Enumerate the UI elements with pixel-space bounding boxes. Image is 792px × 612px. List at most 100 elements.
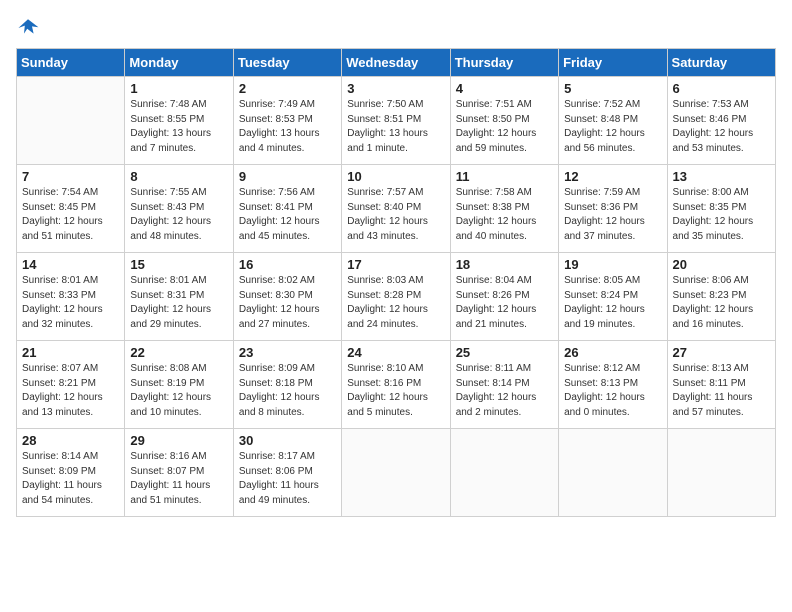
day-info: Sunrise: 7:49 AM Sunset: 8:53 PM Dayligh… (239, 98, 336, 156)
day-number: 17 (347, 257, 444, 272)
day-info: Sunrise: 8:14 AM Sunset: 8:09 PM Dayligh… (22, 450, 119, 508)
day-number: 13 (673, 169, 770, 184)
calendar-cell: 3 Sunrise: 7:50 AM Sunset: 8:51 PM Daylig… (342, 77, 450, 165)
day-number: 16 (239, 257, 336, 272)
calendar-cell: 14 Sunrise: 8:01 AM Sunset: 8:33 PM Dayli… (17, 253, 125, 341)
calendar-cell (342, 429, 450, 517)
calendar-cell: 22 Sunrise: 8:08 AM Sunset: 8:19 PM Dayli… (125, 341, 233, 429)
calendar-cell: 10 Sunrise: 7:57 AM Sunset: 8:40 PM Dayli… (342, 165, 450, 253)
day-number: 20 (673, 257, 770, 272)
day-number: 19 (564, 257, 661, 272)
calendar-cell: 28 Sunrise: 8:14 AM Sunset: 8:09 PM Dayli… (17, 429, 125, 517)
day-info: Sunrise: 8:08 AM Sunset: 8:19 PM Dayligh… (130, 362, 227, 420)
calendar-cell: 8 Sunrise: 7:55 AM Sunset: 8:43 PM Daylig… (125, 165, 233, 253)
weekday-header-sunday: Sunday (17, 49, 125, 77)
day-number: 27 (673, 345, 770, 360)
day-info: Sunrise: 8:03 AM Sunset: 8:28 PM Dayligh… (347, 274, 444, 332)
weekday-header-wednesday: Wednesday (342, 49, 450, 77)
calendar-week-2: 7Sunrise: 7:54 AM Sunset: 8:45 PM Daylig… (17, 165, 776, 253)
day-number: 23 (239, 345, 336, 360)
logo (16, 16, 44, 40)
calendar-cell: 5 Sunrise: 7:52 AM Sunset: 8:48 PM Daylig… (559, 77, 667, 165)
calendar-cell: 11 Sunrise: 7:58 AM Sunset: 8:38 PM Dayli… (450, 165, 558, 253)
calendar-cell: 12Sunrise: 7:59 AM Sunset: 8:36 PM Dayli… (559, 165, 667, 253)
day-info: Sunrise: 7:55 AM Sunset: 8:43 PM Dayligh… (130, 186, 227, 244)
day-info: Sunrise: 8:00 AM Sunset: 8:35 PM Dayligh… (673, 186, 770, 244)
day-number: 11 (456, 169, 553, 184)
weekday-header-tuesday: Tuesday (233, 49, 341, 77)
day-number: 14 (22, 257, 119, 272)
day-info: Sunrise: 7:52 AM Sunset: 8:48 PM Dayligh… (564, 98, 661, 156)
calendar-cell: 7Sunrise: 7:54 AM Sunset: 8:45 PM Daylig… (17, 165, 125, 253)
day-number: 18 (456, 257, 553, 272)
day-info: Sunrise: 7:58 AM Sunset: 8:38 PM Dayligh… (456, 186, 553, 244)
calendar-cell: 17 Sunrise: 8:03 AM Sunset: 8:28 PM Dayli… (342, 253, 450, 341)
calendar-cell: 30 Sunrise: 8:17 AM Sunset: 8:06 PM Dayli… (233, 429, 341, 517)
calendar-cell: 23 Sunrise: 8:09 AM Sunset: 8:18 PM Dayli… (233, 341, 341, 429)
weekday-header-monday: Monday (125, 49, 233, 77)
day-number: 1 (130, 81, 227, 96)
day-number: 15 (130, 257, 227, 272)
calendar-cell: 9 Sunrise: 7:56 AM Sunset: 8:41 PM Daylig… (233, 165, 341, 253)
calendar-cell: 18 Sunrise: 8:04 AM Sunset: 8:26 PM Dayli… (450, 253, 558, 341)
day-info: Sunrise: 8:02 AM Sunset: 8:30 PM Dayligh… (239, 274, 336, 332)
day-info: Sunrise: 8:01 AM Sunset: 8:31 PM Dayligh… (130, 274, 227, 332)
day-info: Sunrise: 8:10 AM Sunset: 8:16 PM Dayligh… (347, 362, 444, 420)
day-info: Sunrise: 8:04 AM Sunset: 8:26 PM Dayligh… (456, 274, 553, 332)
day-info: Sunrise: 8:17 AM Sunset: 8:06 PM Dayligh… (239, 450, 336, 508)
day-info: Sunrise: 7:53 AM Sunset: 8:46 PM Dayligh… (673, 98, 770, 156)
calendar-week-1: 1 Sunrise: 7:48 AM Sunset: 8:55 PM Daylig… (17, 77, 776, 165)
weekday-header-row: SundayMondayTuesdayWednesdayThursdayFrid… (17, 49, 776, 77)
logo-bird-icon (16, 16, 40, 40)
calendar-week-5: 28 Sunrise: 8:14 AM Sunset: 8:09 PM Dayli… (17, 429, 776, 517)
day-info: Sunrise: 8:05 AM Sunset: 8:24 PM Dayligh… (564, 274, 661, 332)
day-number: 22 (130, 345, 227, 360)
day-info: Sunrise: 8:16 AM Sunset: 8:07 PM Dayligh… (130, 450, 227, 508)
day-info: Sunrise: 7:54 AM Sunset: 8:45 PM Dayligh… (22, 186, 119, 244)
day-number: 4 (456, 81, 553, 96)
day-number: 30 (239, 433, 336, 448)
day-number: 29 (130, 433, 227, 448)
calendar-cell (559, 429, 667, 517)
calendar-cell (667, 429, 775, 517)
day-number: 28 (22, 433, 119, 448)
day-number: 10 (347, 169, 444, 184)
day-number: 9 (239, 169, 336, 184)
day-info: Sunrise: 7:50 AM Sunset: 8:51 PM Dayligh… (347, 98, 444, 156)
calendar-cell: 19 Sunrise: 8:05 AM Sunset: 8:24 PM Dayli… (559, 253, 667, 341)
day-number: 2 (239, 81, 336, 96)
day-number: 24 (347, 345, 444, 360)
day-number: 25 (456, 345, 553, 360)
day-info: Sunrise: 8:06 AM Sunset: 8:23 PM Dayligh… (673, 274, 770, 332)
calendar-cell: 2 Sunrise: 7:49 AM Sunset: 8:53 PM Daylig… (233, 77, 341, 165)
calendar-table: SundayMondayTuesdayWednesdayThursdayFrid… (16, 48, 776, 517)
day-info: Sunrise: 8:09 AM Sunset: 8:18 PM Dayligh… (239, 362, 336, 420)
day-number: 21 (22, 345, 119, 360)
day-number: 3 (347, 81, 444, 96)
calendar-cell: 16 Sunrise: 8:02 AM Sunset: 8:30 PM Dayli… (233, 253, 341, 341)
day-number: 12 (564, 169, 661, 184)
calendar-cell: 27 Sunrise: 8:13 AM Sunset: 8:11 PM Dayli… (667, 341, 775, 429)
calendar-cell: 13 Sunrise: 8:00 AM Sunset: 8:35 PM Dayli… (667, 165, 775, 253)
day-info: Sunrise: 8:13 AM Sunset: 8:11 PM Dayligh… (673, 362, 770, 420)
day-info: Sunrise: 7:51 AM Sunset: 8:50 PM Dayligh… (456, 98, 553, 156)
calendar-cell: 1 Sunrise: 7:48 AM Sunset: 8:55 PM Daylig… (125, 77, 233, 165)
calendar-cell: 24 Sunrise: 8:10 AM Sunset: 8:16 PM Dayli… (342, 341, 450, 429)
day-info: Sunrise: 7:57 AM Sunset: 8:40 PM Dayligh… (347, 186, 444, 244)
day-info: Sunrise: 7:56 AM Sunset: 8:41 PM Dayligh… (239, 186, 336, 244)
day-number: 8 (130, 169, 227, 184)
calendar-cell (450, 429, 558, 517)
calendar-cell: 26 Sunrise: 8:12 AM Sunset: 8:13 PM Dayli… (559, 341, 667, 429)
calendar-cell: 15 Sunrise: 8:01 AM Sunset: 8:31 PM Dayli… (125, 253, 233, 341)
day-number: 5 (564, 81, 661, 96)
calendar-week-3: 14 Sunrise: 8:01 AM Sunset: 8:33 PM Dayli… (17, 253, 776, 341)
day-info: Sunrise: 8:01 AM Sunset: 8:33 PM Dayligh… (22, 274, 119, 332)
day-info: Sunrise: 8:12 AM Sunset: 8:13 PM Dayligh… (564, 362, 661, 420)
day-number: 6 (673, 81, 770, 96)
weekday-header-friday: Friday (559, 49, 667, 77)
calendar-week-4: 21Sunrise: 8:07 AM Sunset: 8:21 PM Dayli… (17, 341, 776, 429)
day-info: Sunrise: 7:48 AM Sunset: 8:55 PM Dayligh… (130, 98, 227, 156)
calendar-cell: 21Sunrise: 8:07 AM Sunset: 8:21 PM Dayli… (17, 341, 125, 429)
calendar-cell: 20 Sunrise: 8:06 AM Sunset: 8:23 PM Dayli… (667, 253, 775, 341)
day-number: 26 (564, 345, 661, 360)
